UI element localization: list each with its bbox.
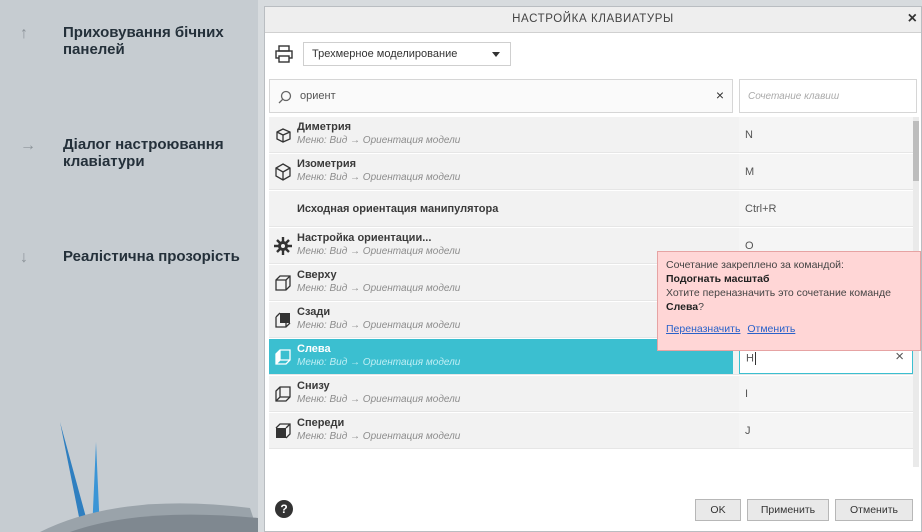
- command-cell[interactable]: Исходная ориентация манипулятора: [269, 191, 733, 226]
- command-name: Слева: [297, 343, 331, 355]
- feature-label: Діалог настроювання клавіатури: [63, 136, 224, 170]
- command-name: Сзади: [297, 306, 331, 318]
- cube-icon: [276, 128, 291, 143]
- command-menu-path: Меню: Вид → Ориентация модели: [297, 172, 461, 183]
- apply-button[interactable]: Применить: [747, 499, 829, 521]
- command-name: Диметрия: [297, 121, 351, 133]
- view-bottom-icon: [275, 386, 291, 402]
- command-name: Сверху: [297, 269, 337, 281]
- printer-icon[interactable]: [275, 45, 293, 63]
- view-front-icon: [275, 423, 291, 439]
- view-top-icon: [275, 275, 291, 291]
- command-menu-path: Меню: Вид → Ориентация модели: [297, 357, 461, 368]
- help-icon[interactable]: ?: [275, 500, 293, 518]
- conflict-question: Хотите переназначить это сочетание коман…: [666, 287, 891, 299]
- toolbar: Трехмерное моделирование: [265, 33, 921, 75]
- dialog-title: НАСТРОЙКА КЛАВИАТУРЫ: [512, 13, 674, 25]
- text-caret: [754, 352, 756, 365]
- shortcut-cell[interactable]: I: [739, 376, 913, 411]
- feature-label: Реалістична прозорість: [63, 248, 240, 265]
- title-bar: НАСТРОЙКА КЛАВИАТУРЫ ×: [265, 7, 921, 33]
- command-menu-path: Меню: Вид → Ориентация модели: [297, 431, 461, 442]
- command-name: Снизу: [297, 380, 330, 392]
- list-item[interactable]: Исходная ориентация манипулятора Ctrl+R: [269, 191, 913, 227]
- clear-search-icon[interactable]: ×: [716, 87, 724, 103]
- command-name: Исходная ориентация манипулятора: [297, 203, 499, 215]
- iso-cube-icon: [275, 163, 291, 181]
- arrow-right-icon: →: [20, 137, 36, 154]
- keyboard-settings-dialog: НАСТРОЙКА КЛАВИАТУРЫ × Трехмерное модели…: [264, 6, 922, 532]
- shortcut-cell[interactable]: M: [739, 154, 913, 189]
- command-cell[interactable]: Спереди Меню: Вид → Ориентация модели: [269, 413, 733, 448]
- conflict-command: Подогнать масштаб: [666, 273, 770, 285]
- command-name: Настройка ориентации...: [297, 232, 432, 244]
- cancel-button[interactable]: Отменить: [835, 499, 913, 521]
- conflict-target: Слева: [666, 301, 699, 313]
- shortcut-placeholder: Сочетание клавиш: [748, 91, 840, 102]
- conflict-message: Сочетание закреплено за командой:: [666, 259, 844, 271]
- command-name: Изометрия: [297, 158, 357, 170]
- command-menu-path: Меню: Вид → Ориентация модели: [297, 246, 461, 257]
- command-cell[interactable]: Диметрия Меню: Вид → Ориентация модели: [269, 117, 733, 152]
- dialog-footer: ? OK Применить Отменить: [265, 489, 921, 531]
- arrow-up-icon: ↑: [20, 25, 28, 42]
- shortcut-cell[interactable]: Ctrl+R: [739, 191, 913, 226]
- preset-select[interactable]: Трехмерное моделирование: [303, 42, 511, 66]
- list-item[interactable]: Снизу Меню: Вид → Ориентация модели I: [269, 376, 913, 412]
- shortcut-search-input[interactable]: Сочетание клавиш: [739, 79, 917, 113]
- command-cell[interactable]: Изометрия Меню: Вид → Ориентация модели: [269, 154, 733, 189]
- close-icon[interactable]: ×: [908, 10, 917, 28]
- chevron-down-icon: [492, 52, 500, 57]
- feature-label: Приховування бічних панелей: [63, 24, 224, 58]
- list-item[interactable]: Спереди Меню: Вид → Ориентация модели J: [269, 413, 913, 449]
- search-icon: [278, 90, 292, 104]
- conflict-qmark: ?: [698, 301, 704, 313]
- reassign-link[interactable]: Переназначить: [666, 323, 740, 335]
- scrollbar-thumb[interactable]: [913, 121, 919, 181]
- view-left-icon: [275, 349, 291, 365]
- gear-icon: [274, 237, 292, 255]
- search-row: ориент × Сочетание клавиш: [269, 79, 917, 113]
- ok-button[interactable]: OK: [695, 499, 741, 521]
- command-menu-path: Меню: Вид → Ориентация модели: [297, 283, 461, 294]
- list-item[interactable]: Диметрия Меню: Вид → Ориентация модели N: [269, 117, 913, 153]
- command-cell[interactable]: Снизу Меню: Вид → Ориентация модели: [269, 376, 733, 411]
- shortcut-cell[interactable]: J: [739, 413, 913, 448]
- search-value: ориент: [300, 90, 336, 102]
- command-name: Спереди: [297, 417, 345, 429]
- command-menu-path: Меню: Вид → Ориентация модели: [297, 135, 461, 146]
- cancel-reassign-link[interactable]: Отменить: [747, 323, 795, 335]
- arrow-down-icon: ↓: [20, 249, 28, 266]
- left-info-panel: ↑ Приховування бічних панелей → Діалог н…: [0, 0, 258, 532]
- shortcut-cell[interactable]: N: [739, 117, 913, 152]
- view-back-icon: [275, 312, 291, 328]
- shortcut-conflict-popup: Сочетание закреплено за командой: Подогн…: [657, 251, 921, 351]
- command-search-input[interactable]: ориент ×: [269, 79, 733, 113]
- shortcut-value: H: [746, 352, 754, 365]
- command-menu-path: Меню: Вид → Ориентация модели: [297, 394, 461, 405]
- decorative-graphic: [40, 422, 258, 532]
- list-item[interactable]: Изометрия Меню: Вид → Ориентация модели …: [269, 154, 913, 190]
- preset-value: Трехмерное моделирование: [312, 48, 458, 60]
- command-menu-path: Меню: Вид → Ориентация модели: [297, 320, 461, 331]
